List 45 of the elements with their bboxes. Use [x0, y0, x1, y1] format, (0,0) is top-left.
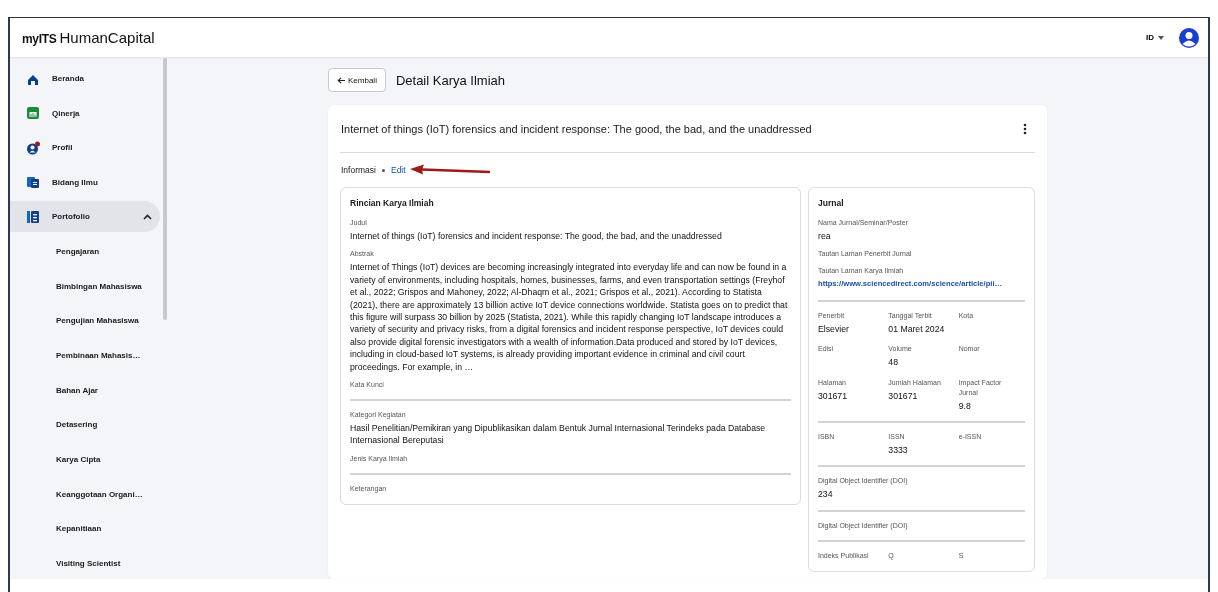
field-value: Internet of things (IoT) forensics and incident response: The good, the bad, and the unaddressed	[350, 230, 723, 243]
field-value: Internet of Things (IoT) devices are becoming increasingly integrated into everyday life and can now be found in a variety of environments, including hospitals, homes, businesses, farms, and even transportation settings (Freyhof et al., 2022; Grispos and Mahoney, 2022; Al-Dhaqm et al., 2021; Grispos et al., 2021). According to Statista (2021), there are approximately 13 billion active IoT device connections worldwide. Statista goes on to predict that this figure will surpass 30 billion by 2025 (Statista, 2021). While this rapidly changing IoT landscape introduces a variety of security and privacy risks, from a digital forensics and incident response perspective, IoT devices could also provide digital forensic investigators with a wealth of information.Data produced and stored by IoT devices, including in cloud-based IoT systems, is already providing important evidence in criminal and civil court proceedings. For example, in …	[350, 261, 789, 374]
portfolio-icon	[26, 209, 40, 224]
more-menu-icon[interactable]	[1023, 122, 1027, 135]
sidebar-subitem[interactable]: Visiting Scientist	[10, 548, 160, 580]
field-value: 301671	[888, 389, 919, 403]
arrow-left-icon	[337, 76, 345, 84]
documents-icon	[26, 175, 40, 190]
field-value: rea	[818, 230, 832, 243]
sidebar-subitem[interactable]: Kepanitiaan	[10, 513, 160, 545]
panel-title: Jurnal	[818, 198, 845, 208]
field-value: 3333	[888, 444, 909, 457]
field-value: 48	[888, 356, 899, 369]
caret-icon	[1158, 35, 1164, 40]
sidebar-item[interactable]: Bidang Ilmu	[10, 166, 160, 198]
sidebar-subitem[interactable]: Karya Cipta	[10, 444, 160, 476]
sidebar-subitem[interactable]: Keanggotaan Organi…	[10, 478, 160, 510]
article-title: Internet of things (IoT) forensics and incident response: The good, the bad, and the unaddressed	[341, 122, 812, 135]
field-value: 234	[818, 488, 834, 501]
sidebar-item[interactable]: Portofolio	[10, 201, 160, 233]
sidebar-item[interactable]: Qinerja	[10, 97, 160, 129]
sidebar-subitem[interactable]: Bimbingan Mahasiswa	[10, 270, 160, 302]
field-value: 01 Maret 2024	[888, 322, 946, 336]
field-value: 301671	[818, 389, 848, 403]
sidebar-subitem[interactable]: Pengajaran	[10, 235, 160, 267]
panel-title: Rincian Karya Ilmiah	[350, 198, 435, 208]
sidebar-subitem[interactable]: Pembinaan Mahasis…	[10, 340, 160, 372]
sidebar-subitem[interactable]: Detasering	[10, 409, 160, 441]
edit-link[interactable]: Edit	[390, 165, 406, 175]
field-value: 9.8	[958, 399, 972, 413]
sidebar-item[interactable]: Beranda	[10, 63, 160, 94]
sidebar-item[interactable]: Profil	[10, 132, 160, 164]
field-value: Elsevier	[818, 322, 850, 336]
avatar-icon[interactable]	[1178, 26, 1200, 49]
scrollbar-thumb[interactable]	[163, 58, 167, 320]
sidebar-subitem[interactable]: Pengujian Mahasiswa	[10, 305, 160, 337]
separator-dot	[381, 168, 385, 172]
sidebar-subitem[interactable]: Bahan Ajar	[10, 374, 160, 406]
back-button[interactable]: Kembali	[328, 68, 386, 92]
section-label: Informasi	[341, 165, 376, 175]
language-dropdown[interactable]: ID	[1144, 31, 1166, 44]
spreadsheet-icon	[26, 106, 40, 121]
field-value: Hasil Penelitian/Pemikiran yang Dipublikasikan dalam Bentuk Jurnal Internasional Terindeks pada Database Internasional Bereputasi	[350, 422, 767, 447]
page-title: Detail Karya Ilmiah	[395, 72, 505, 88]
app-logo: myITS HumanCapital	[22, 29, 155, 46]
